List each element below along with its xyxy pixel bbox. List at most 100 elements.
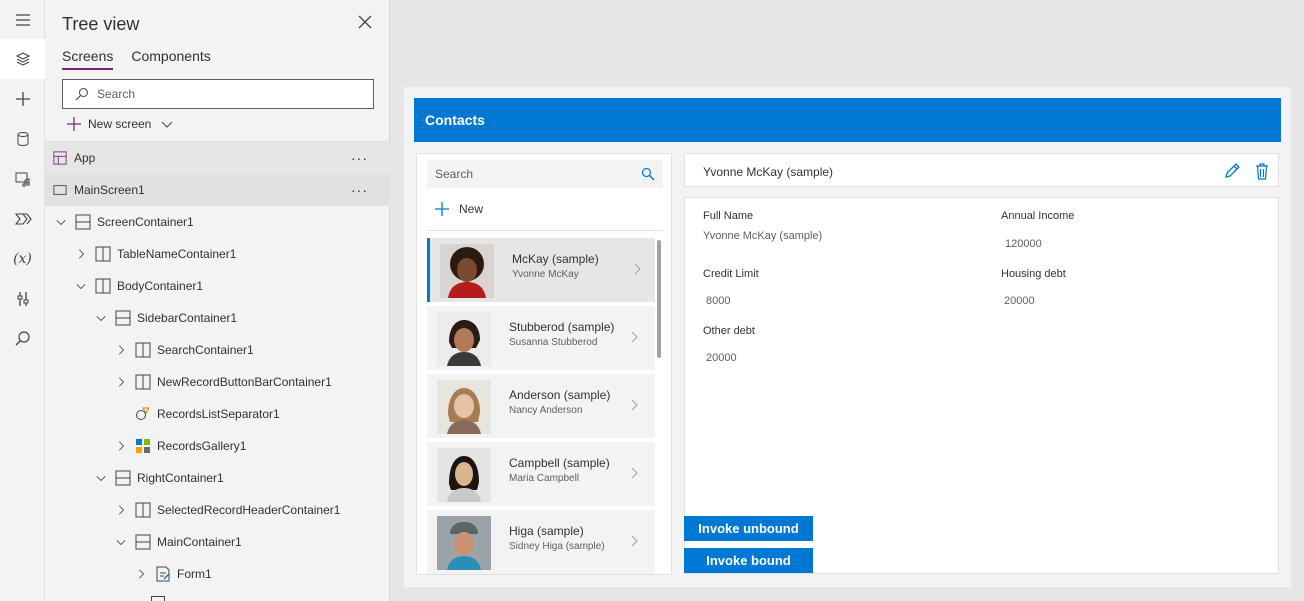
chevron-right-icon[interactable] [115,504,127,516]
chevron-right-icon[interactable] [633,263,643,275]
app-icon [52,150,68,166]
chevron-down-icon[interactable] [161,118,173,130]
tree-view-title: Tree view [62,14,140,34]
avatar [437,448,491,502]
close-icon[interactable] [355,12,375,32]
chevron-right-icon[interactable] [630,535,640,547]
tab-screens[interactable]: Screens [62,48,114,70]
insert-plus-icon[interactable] [0,79,45,119]
advanced-tools-icon[interactable] [0,279,45,319]
media-icon[interactable] [0,159,45,199]
app-canvas: Contacts New McKay (sample) Yvonne McKay… [404,87,1291,587]
tree-row-recordslistseparator[interactable]: RecordsListSeparator1 [45,398,390,430]
vertical-container-icon [135,534,151,550]
record-name: McKay (sample) [512,252,599,266]
chevron-right-icon[interactable] [135,568,147,580]
chevron-down-icon[interactable] [95,472,107,484]
tree-row-selectedrecordheadercontainer[interactable]: SelectedRecordHeaderContainer1 [45,494,390,526]
edit-pencil-icon[interactable] [1223,162,1241,180]
tree-row-label: Form1 [177,567,212,581]
chevron-right-icon[interactable] [75,248,87,260]
full-name-label: Full Name [703,210,754,222]
plus-icon [67,117,81,131]
chevron-down-icon[interactable] [95,312,107,324]
gallery-icon [135,438,151,454]
tree-row-tablenamecontainer[interactable]: TableNameContainer1 [45,238,390,270]
horizontal-container-icon [95,278,111,294]
credit-limit-label: Credit Limit [703,268,759,280]
search-icon [75,88,88,101]
tree-row-maincontainer[interactable]: MainContainer1 [45,526,390,558]
list-item[interactable]: Campbell (sample) Maria Campbell [427,442,655,506]
avatar [440,244,494,298]
tree-row-label: BodyContainer1 [117,279,204,293]
invoke-bound-button[interactable]: Invoke bound [684,548,813,573]
list-item[interactable]: McKay (sample) Yvonne McKay [427,238,655,302]
chevron-down-icon[interactable] [115,536,127,548]
housing-debt-label: Housing debt [1001,268,1066,280]
tree-search-input[interactable] [97,87,347,101]
chevron-right-icon[interactable] [630,467,640,479]
records-search-input[interactable] [435,167,635,181]
avatar [437,380,491,434]
chevron-down-icon[interactable] [55,216,67,228]
list-item[interactable]: Stubberod (sample) Susanna Stubberod [427,306,655,370]
tree-row-sidebarcontainer[interactable]: SidebarContainer1 [45,302,390,334]
invoke-unbound-button[interactable]: Invoke unbound [684,516,813,541]
tree-row-label: SidebarContainer1 [137,311,238,325]
partial-row-icon [151,596,165,601]
records-search-box [427,160,663,188]
screen-icon [52,182,68,198]
trash-icon[interactable] [1255,162,1269,180]
horizontal-container-icon [135,342,151,358]
tree-row-mainscreen[interactable]: MainScreen1 ··· [45,174,390,206]
layers-icon[interactable] [0,39,45,79]
search-icon[interactable] [0,319,45,359]
new-record-button[interactable]: New [435,202,483,216]
vertical-container-icon [75,214,91,230]
tree-row-form[interactable]: Form1 [45,558,390,590]
other-debt-value: 20000 [706,352,737,364]
selected-record-title: Yvonne McKay (sample) [703,165,834,179]
chevron-down-icon[interactable] [75,280,87,292]
tree-row-bodycontainer[interactable]: BodyContainer1 [45,270,390,302]
list-item[interactable]: Anderson (sample) Nancy Anderson [427,374,655,438]
chevron-right-icon[interactable] [115,440,127,452]
records-sidebar: New McKay (sample) Yvonne McKay Stubbero… [416,153,672,575]
record-name: Anderson (sample) [509,388,611,402]
tree-row-screencontainer[interactable]: ScreenContainer1 [45,206,390,238]
credit-limit-value: 8000 [706,295,731,307]
tree-row-app[interactable]: App ··· [45,142,390,174]
plus-icon [435,202,449,216]
more-options-icon[interactable]: ··· [351,150,368,166]
tree-row-recordsgallery[interactable]: RecordsGallery1 [45,430,390,462]
tree-row-searchcontainer[interactable]: SearchContainer1 [45,334,390,366]
annual-income-value: 120000 [1005,238,1042,250]
chevron-right-icon[interactable] [630,399,640,411]
search-icon[interactable] [641,167,655,181]
annual-income-label: Annual Income [1001,210,1075,222]
record-name: Higa (sample) [509,524,584,538]
record-name: Campbell (sample) [509,456,610,470]
tree-row-label: TableNameContainer1 [117,247,237,261]
data-cylinder-icon[interactable] [0,119,45,159]
hamburger-menu-icon[interactable] [0,0,45,40]
new-screen-button[interactable]: New screen [66,116,173,132]
tree-row-newrecordbuttonbarcontainer[interactable]: NewRecordButtonBarContainer1 [45,366,390,398]
avatar [437,516,491,570]
tab-components[interactable]: Components [131,48,210,70]
gallery-scrollbar[interactable] [657,240,661,358]
horizontal-container-icon [135,374,151,390]
variables-icon[interactable]: (𝑥) [0,239,45,279]
list-item[interactable]: Higa (sample) Sidney Higa (sample) [427,510,655,574]
chevron-right-icon[interactable] [115,376,127,388]
chevron-right-icon[interactable] [630,331,640,343]
selected-record-header: Yvonne McKay (sample) [684,153,1279,187]
tree-row-rightcontainer[interactable]: RightContainer1 [45,462,390,494]
form-icon [155,566,171,582]
tree-row-label: RecordsListSeparator1 [157,407,280,421]
left-rail: (𝑥) [0,0,45,601]
chevron-right-icon[interactable] [115,344,127,356]
power-automate-icon[interactable] [0,199,45,239]
more-options-icon[interactable]: ··· [351,182,368,198]
